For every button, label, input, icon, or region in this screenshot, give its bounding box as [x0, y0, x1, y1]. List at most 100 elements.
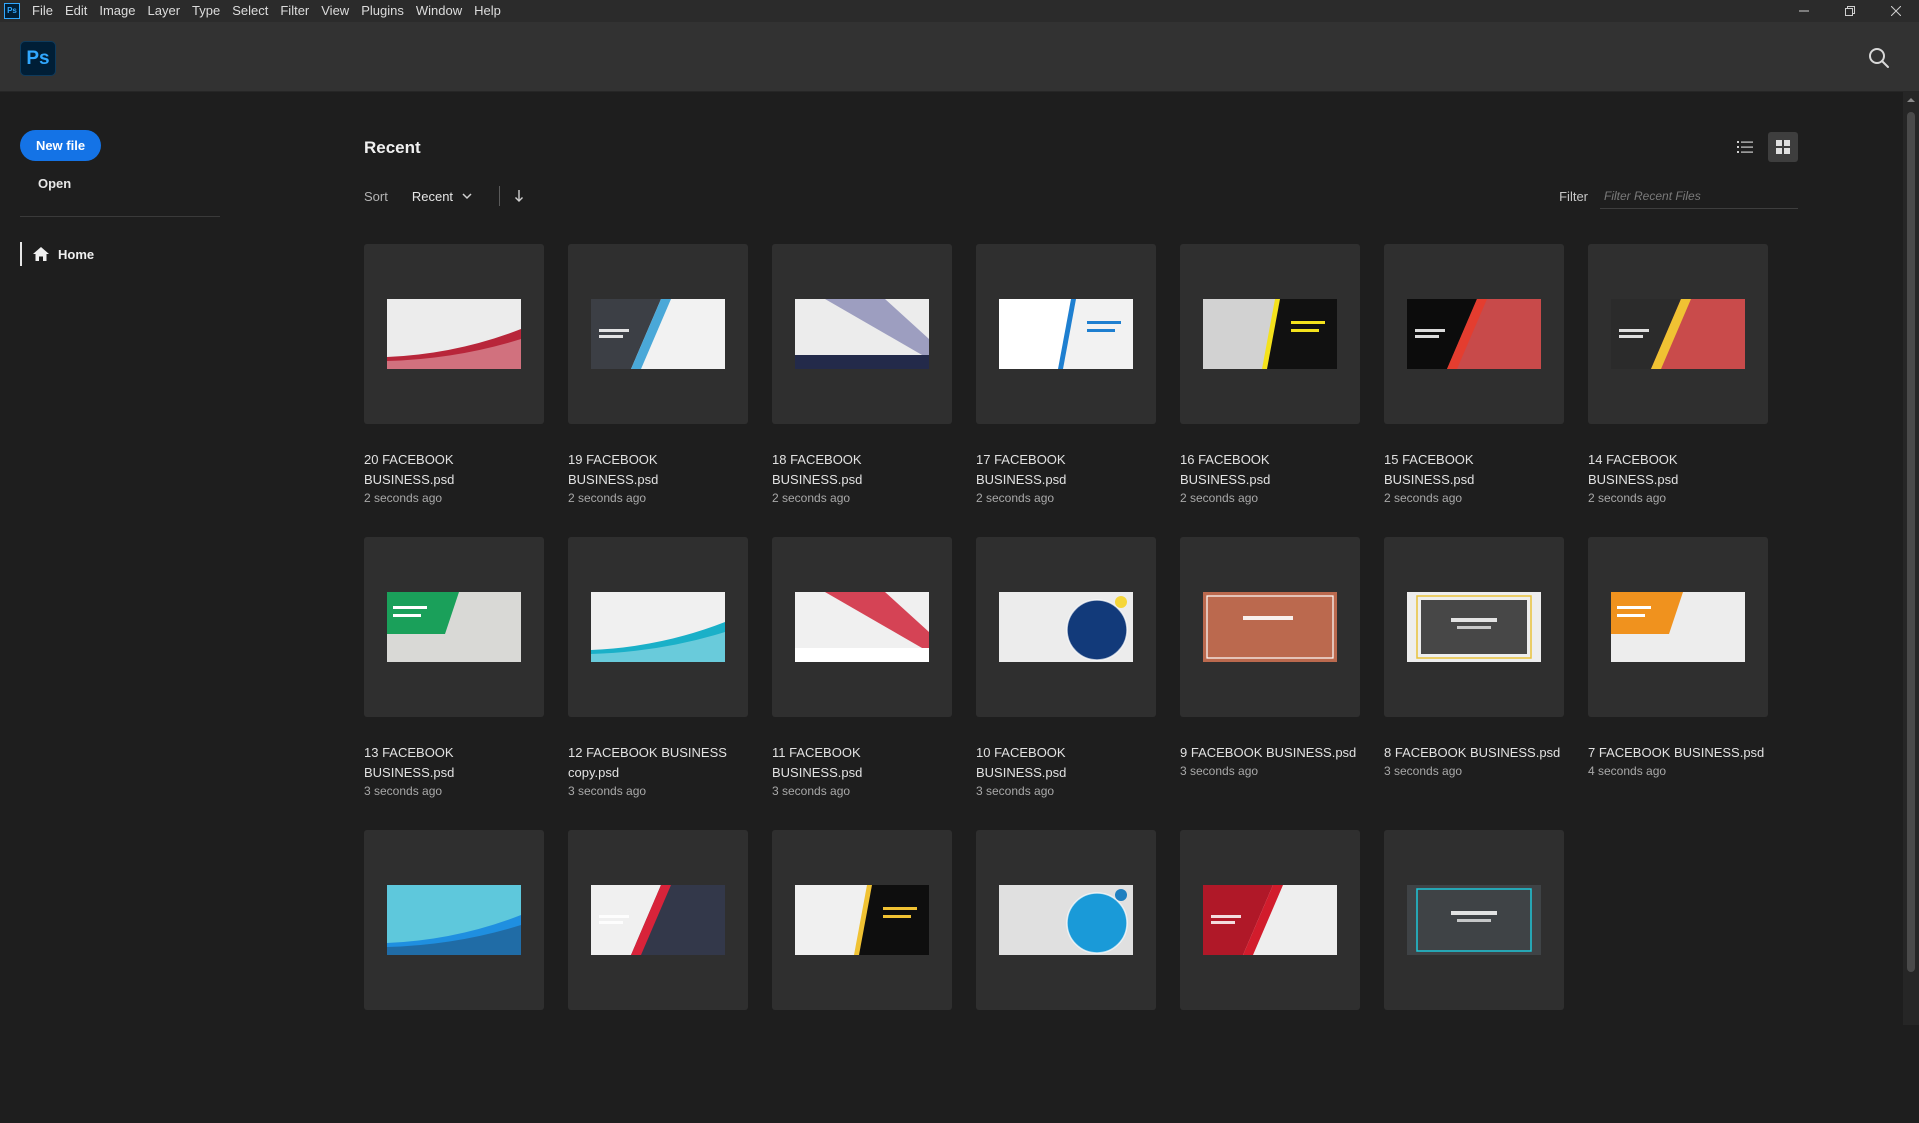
thumbnail-artwork — [1407, 299, 1541, 369]
recent-file-card[interactable]: 9 FACEBOOK BUSINESS.psd 3 seconds ago — [1180, 537, 1360, 830]
menu-view[interactable]: View — [315, 0, 355, 22]
recent-file-card[interactable] — [772, 830, 952, 1123]
menu-items: File Edit Image Layer Type Select Filter View Pl… — [26, 0, 507, 22]
list-view-button[interactable] — [1730, 132, 1760, 162]
recent-file-card[interactable]: 13 FACEBOOK BUSINESS.psd 3 seconds ago — [364, 537, 544, 830]
file-thumbnail[interactable] — [1384, 537, 1564, 717]
recent-file-card[interactable]: 7 FACEBOOK BUSINESS.psd 4 seconds ago — [1588, 537, 1768, 830]
home-icon — [33, 247, 49, 261]
sort-direction-button[interactable] — [514, 189, 524, 203]
file-modified-time: 2 seconds ago — [1588, 491, 1667, 505]
sort-divider — [499, 186, 501, 206]
file-thumbnail[interactable] — [568, 244, 748, 424]
file-thumbnail[interactable] — [976, 537, 1156, 717]
scrollbar-thumb[interactable] — [1907, 112, 1915, 972]
menu-file[interactable]: File — [26, 0, 59, 22]
file-thumbnail[interactable] — [772, 830, 952, 1010]
file-name: 18 FACEBOOK BUSINESS.psd — [772, 452, 863, 487]
scrollbar[interactable] — [1903, 92, 1919, 1025]
recent-file-card[interactable]: 8 FACEBOOK BUSINESS.psd 3 seconds ago — [1384, 537, 1564, 830]
menu-type[interactable]: Type — [186, 0, 226, 22]
sort-value: Recent — [411, 188, 454, 204]
file-modified-time: 3 seconds ago — [772, 784, 851, 798]
restore-icon — [1845, 6, 1855, 16]
menu-help[interactable]: Help — [468, 0, 507, 22]
sidebar-item-home[interactable]: Home — [20, 242, 94, 266]
minimize-button[interactable] — [1781, 0, 1827, 22]
file-thumbnail[interactable] — [772, 537, 952, 717]
new-file-button[interactable]: New file — [20, 130, 101, 161]
menu-plugins[interactable]: Plugins — [355, 0, 410, 22]
file-name: 16 FACEBOOK BUSINESS.psd — [1180, 452, 1271, 487]
recent-file-card[interactable]: 10 FACEBOOK BUSINESS.psd 3 seconds ago — [976, 537, 1156, 830]
sidebar-item-label: Home — [58, 246, 95, 262]
file-thumbnail[interactable] — [1588, 244, 1768, 424]
close-button[interactable] — [1873, 0, 1919, 22]
thumbnail-artwork — [387, 299, 521, 369]
recent-file-card[interactable] — [568, 830, 748, 1123]
file-thumbnail[interactable] — [1180, 537, 1360, 717]
recent-file-card[interactable]: 16 FACEBOOK BUSINESS.psd 2 seconds ago — [1180, 244, 1360, 537]
menu-window[interactable]: Window — [410, 0, 468, 22]
file-name: 7 FACEBOOK BUSINESS.psd — [1588, 745, 1765, 760]
file-thumbnail[interactable] — [568, 830, 748, 1010]
grid-view-button[interactable] — [1768, 132, 1798, 162]
photoshop-app-icon[interactable]: Ps — [4, 3, 20, 19]
file-thumbnail[interactable] — [364, 244, 544, 424]
recent-file-card[interactable] — [976, 830, 1156, 1123]
page-title: Recent — [364, 138, 421, 157]
recent-file-card[interactable]: 12 FACEBOOK BUSINESS copy.psd 3 seconds a… — [568, 537, 748, 830]
close-icon — [1891, 6, 1901, 16]
thumbnail-artwork — [1203, 299, 1337, 369]
thumbnail-artwork — [591, 885, 725, 955]
sort-dropdown[interactable]: Recent — [412, 189, 473, 204]
menu-layer[interactable]: Layer — [142, 0, 187, 22]
recent-file-card[interactable]: 15 FACEBOOK BUSINESS.psd 2 seconds ago — [1384, 244, 1564, 537]
menu-select[interactable]: Select — [226, 0, 274, 22]
file-name: 10 FACEBOOK BUSINESS.psd — [976, 745, 1067, 780]
search-icon — [1869, 48, 1889, 68]
scroll-up-icon — [1907, 98, 1915, 102]
file-thumbnail[interactable] — [568, 537, 748, 717]
open-button[interactable]: Open — [38, 176, 71, 191]
recent-file-card[interactable]: 11 FACEBOOK BUSINESS.psd 3 seconds ago — [772, 537, 952, 830]
search-button[interactable] — [1867, 46, 1891, 70]
file-name: 17 FACEBOOK BUSINESS.psd — [976, 452, 1067, 487]
file-modified-time: 4 seconds ago — [1588, 764, 1667, 778]
recent-file-card[interactable] — [1384, 830, 1564, 1123]
recent-file-card[interactable]: 17 FACEBOOK BUSINESS.psd 2 seconds ago — [976, 244, 1156, 537]
file-thumbnail[interactable] — [976, 244, 1156, 424]
filter-input[interactable] — [1600, 184, 1798, 209]
file-thumbnail[interactable] — [772, 244, 952, 424]
file-name: 19 FACEBOOK BUSINESS.psd — [568, 452, 659, 487]
file-thumbnail[interactable] — [1588, 537, 1768, 717]
recent-file-card[interactable]: 19 FACEBOOK BUSINESS.psd 2 seconds ago — [568, 244, 748, 537]
menu-filter[interactable]: Filter — [274, 0, 315, 22]
file-thumbnail[interactable] — [1384, 830, 1564, 1010]
recent-file-card[interactable]: 18 FACEBOOK BUSINESS.psd 2 seconds ago — [772, 244, 952, 537]
file-thumbnail[interactable] — [364, 830, 544, 1010]
file-thumbnail[interactable] — [364, 537, 544, 717]
thumbnail-artwork — [999, 885, 1133, 955]
chevron-down-icon — [462, 193, 472, 200]
thumbnail-artwork — [795, 885, 929, 955]
thumbnail-artwork — [795, 299, 929, 369]
recent-file-card[interactable]: 20 FACEBOOK BUSINESS.psd 2 seconds ago — [364, 244, 544, 537]
restore-button[interactable] — [1827, 0, 1873, 22]
file-thumbnail[interactable] — [1384, 244, 1564, 424]
photoshop-logo[interactable]: Ps — [20, 41, 56, 76]
file-thumbnail[interactable] — [1180, 830, 1360, 1010]
view-mode-toggle — [1730, 132, 1798, 162]
menu-edit[interactable]: Edit — [59, 0, 93, 22]
recent-file-card[interactable] — [364, 830, 544, 1123]
file-thumbnail[interactable] — [1180, 244, 1360, 424]
recent-file-card[interactable]: 14 FACEBOOK BUSINESS.psd 2 seconds ago — [1588, 244, 1768, 537]
minimize-icon — [1799, 10, 1809, 12]
menu-image[interactable]: Image — [93, 0, 141, 22]
thumbnail-artwork — [1407, 885, 1541, 955]
file-name: 14 FACEBOOK BUSINESS.psd — [1588, 452, 1679, 487]
list-view-icon — [1737, 141, 1753, 153]
file-thumbnail[interactable] — [976, 830, 1156, 1010]
recent-file-card[interactable] — [1180, 830, 1360, 1123]
thumbnail-artwork — [1203, 885, 1337, 955]
